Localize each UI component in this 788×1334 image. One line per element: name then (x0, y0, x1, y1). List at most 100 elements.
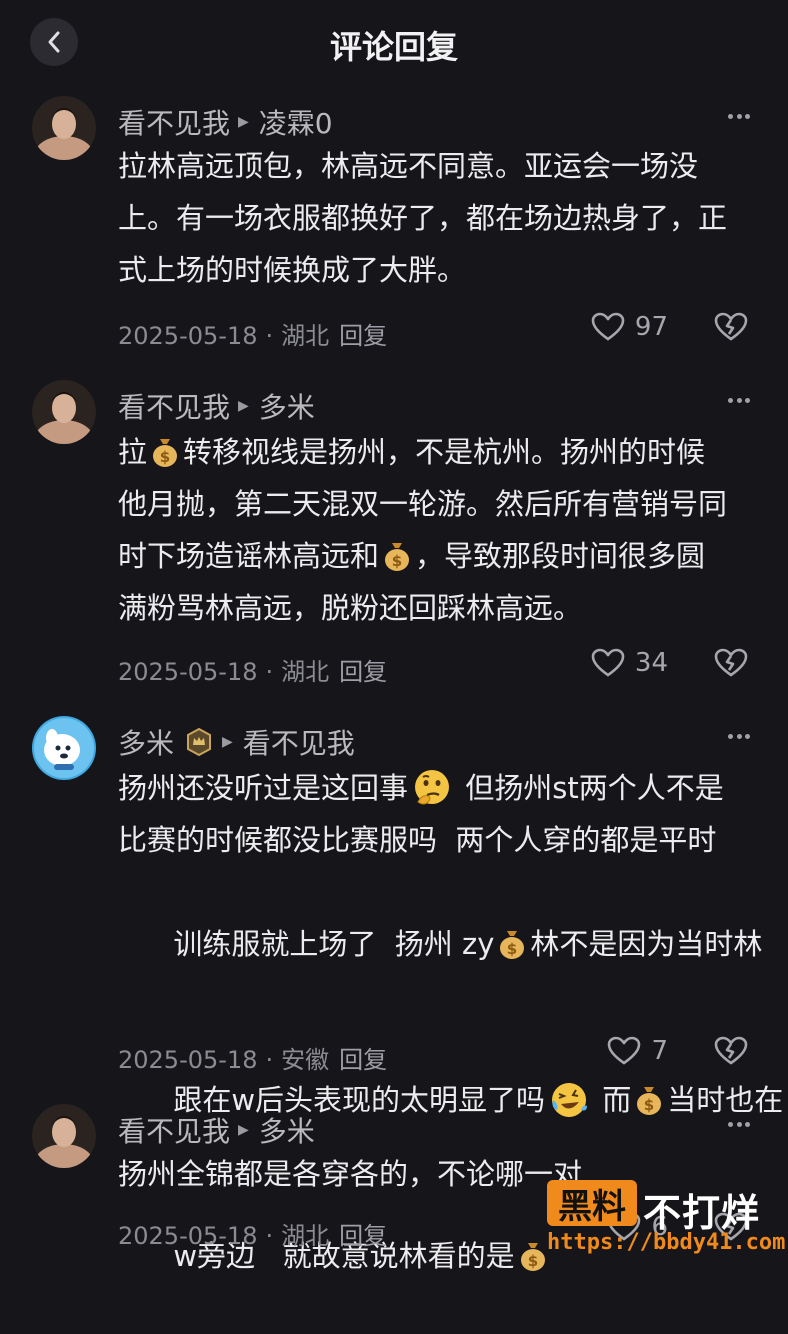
dislike-button[interactable] (714, 312, 748, 346)
text-segment: ，导致那段时间很多圆 (415, 539, 706, 573)
avatar[interactable] (32, 96, 96, 160)
dislike-button[interactable] (714, 1036, 748, 1070)
avatar[interactable] (32, 1104, 96, 1168)
dot (736, 733, 742, 739)
like-button[interactable]: 7 (607, 1036, 668, 1066)
comment-date: 2025-05-18 (118, 1222, 258, 1250)
username[interactable]: 看不见我 (118, 386, 230, 426)
comment-meta: 2025-05-18 · 湖北 回复 (118, 1216, 387, 1251)
like-count: 97 (634, 312, 668, 342)
more-options-button[interactable] (728, 106, 750, 126)
reply-button[interactable]: 回复 (339, 1046, 387, 1074)
heart-icon (591, 312, 625, 341)
text-line: 上。有一场衣服都换好了，都在场边热身了，正 (118, 201, 728, 235)
more-dots-icon (728, 397, 733, 403)
heart-icon (591, 648, 625, 677)
svg-text:$: $ (160, 448, 170, 466)
reply-arrow-icon: ▶ (238, 1122, 249, 1138)
text-line: 拉 $ 转移视线是扬州，不是杭州。扬州的时候 (118, 426, 758, 478)
separator: · (265, 1222, 274, 1250)
more-dots-icon (728, 113, 733, 119)
text-line: 满粉骂林高远，脱粉还回踩林高远。 (118, 591, 583, 625)
dislike-button[interactable] (714, 648, 748, 682)
comment-text: 拉林高远顶包，林高远不同意。亚运会一场没 上。有一场衣服都换好了，都在场边热身了… (118, 140, 758, 296)
svg-text:$: $ (392, 552, 402, 570)
more-dots-icon (728, 1121, 733, 1127)
user-line: 看不见我 ▶ 多米 (118, 1110, 315, 1150)
text-line: 扬州还没听过是这回事 但扬州st两个人不是 (118, 762, 758, 814)
reply-arrow-icon: ▶ (222, 734, 233, 750)
comment-meta: 2025-05-18 · 安徽 回复 (118, 1040, 387, 1075)
dot (736, 397, 742, 403)
dot (745, 397, 750, 403)
separator: · (265, 1046, 274, 1074)
username[interactable]: 看不见我 (118, 102, 230, 142)
top-bar: 评论回复 (0, 0, 788, 86)
dot (745, 113, 750, 119)
text-line: 式上场的时候换成了大胖。 (118, 253, 467, 287)
more-options-button[interactable] (728, 390, 750, 410)
watermark-brand: 黑料 (547, 1180, 637, 1227)
like-button[interactable]: 34 (591, 648, 668, 678)
text-segment: 时下场造谣林高远和 (118, 539, 380, 573)
page-title: 评论回复 (329, 28, 458, 66)
thinking-face-emoji (412, 768, 452, 808)
comment-location: 湖北 (281, 658, 330, 686)
comment-meta: 2025-05-18 · 湖北 回复 (118, 316, 387, 351)
dot (745, 733, 750, 739)
watermark: 黑料 不打烊 https://bbdy41.com (547, 1180, 785, 1262)
text-segment: 转移视线是扬州，不是杭州。扬州的时候 (183, 435, 706, 469)
text-line: 拉林高远顶包，林高远不同意。亚运会一场没 (118, 149, 699, 183)
dot (736, 1121, 742, 1127)
comment-location: 湖北 (281, 322, 330, 350)
reply-to-user[interactable]: 多米 (259, 1110, 315, 1150)
avatar[interactable] (32, 716, 96, 780)
money-bag-emoji: $ (382, 540, 412, 572)
text-segment: 拉 (118, 435, 148, 469)
like-count: 7 (651, 1036, 668, 1066)
money-bag-emoji: $ (150, 436, 180, 468)
dot (736, 113, 742, 119)
comment-location: 安徽 (281, 1046, 330, 1074)
heart-icon (608, 1036, 641, 1065)
text-line: 比赛的时候都没比赛服吗 两个人穿的都是平时 (118, 823, 717, 857)
user-line: 多米 ▶ 看不见我 (118, 722, 355, 762)
broken-heart-icon (714, 648, 748, 677)
user-line: 看不见我 ▶ 多米 (118, 386, 315, 426)
avatar[interactable] (32, 380, 96, 444)
text-line: 训练服就上场了 扬州 zy $ 林不是因为当时林 (118, 866, 762, 1022)
like-count: 34 (634, 648, 668, 678)
separator: · (265, 658, 274, 686)
fan-badge-icon (184, 727, 214, 757)
like-button[interactable]: 97 (591, 312, 668, 342)
more-options-button[interactable] (728, 726, 750, 746)
reply-button[interactable]: 回复 (339, 1222, 387, 1250)
text-line: 时下场造谣林高远和 $ ，导致那段时间很多圆 (118, 530, 758, 582)
comment-item: 看不见我 ▶ 多米 拉 $ 转移视线是扬州，不是杭州。扬州的时候 他月抛，第二天混双… (0, 380, 788, 700)
broken-heart-icon (714, 1036, 748, 1065)
reply-button[interactable]: 回复 (339, 658, 387, 686)
text-line: 他月抛，第二天混双一轮游。然后所有营销号同 (118, 487, 728, 521)
reply-to-user[interactable]: 多米 (259, 386, 315, 426)
text-segment: 但扬州st两个人不是 (456, 771, 724, 805)
comment-item: 多米 ▶ 看不见我 扬州还没听过是这回事 但扬州st两个人不是 比赛的时候都没比… (0, 716, 788, 1273)
broken-heart-icon (714, 312, 748, 341)
reply-button[interactable]: 回复 (339, 322, 387, 350)
username[interactable]: 多米 (118, 722, 174, 762)
more-options-button[interactable] (728, 1114, 750, 1134)
money-bag-emoji: $ (497, 928, 527, 960)
comment-date: 2025-05-18 (118, 322, 258, 350)
reply-to-user[interactable]: 凌霖0 (259, 102, 333, 142)
reply-to-user[interactable]: 看不见我 (243, 722, 355, 762)
text-segment: 林不是因为当时林 (530, 927, 763, 961)
more-dots-icon (728, 733, 733, 739)
text-segment: 训练服就上场了 扬州 zy (173, 927, 495, 961)
comment-item: 看不见我 ▶ 凌霖0 拉林高远顶包，林高远不同意。亚运会一场没 上。有一场衣服都… (0, 96, 788, 366)
username[interactable]: 看不见我 (118, 1110, 230, 1150)
comment-date: 2025-05-18 (118, 1046, 258, 1074)
separator: · (265, 322, 274, 350)
reply-arrow-icon: ▶ (238, 398, 249, 414)
watermark-url: https://bbdy41.com (547, 1230, 786, 1255)
comment-meta: 2025-05-18 · 湖北 回复 (118, 652, 387, 687)
comment-location: 湖北 (281, 1222, 330, 1250)
